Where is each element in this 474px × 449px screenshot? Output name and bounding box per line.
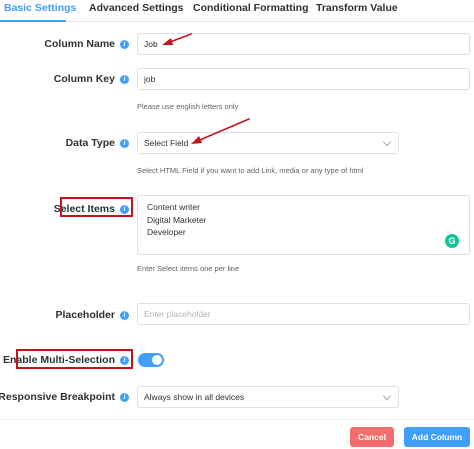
data-type-value: Select Field [144,138,189,148]
placeholder-input[interactable]: Enter placeholder [137,303,470,325]
toggle-knob [152,355,162,365]
responsive-breakpoint-label-text: Responsive Breakpoint [0,391,115,403]
column-key-value: job [144,74,156,84]
tab-basic-settings[interactable]: Basic Settings [4,2,76,14]
select-items-help: Enter Select items one per line [137,264,240,273]
active-tab-indicator [0,20,66,22]
tab-advanced-settings[interactable]: Advanced Settings [89,2,184,14]
chevron-down-icon [382,391,392,400]
info-icon[interactable]: i [120,39,129,49]
info-icon[interactable]: i [120,310,129,320]
select-items-textarea[interactable]: Content writer Digital Marketer Develope… [137,195,470,255]
column-key-input[interactable]: job [137,68,470,90]
responsive-breakpoint-select[interactable]: Always show in all devices [137,386,399,408]
grammarly-icon[interactable]: G [445,234,459,248]
data-type-help: Select HTML Field if you want to add Lin… [137,166,364,175]
tab-transform-value[interactable]: Transform Value [316,2,398,14]
cancel-button[interactable]: Cancel [350,427,394,447]
select-item-line: Developer [147,227,186,237]
chevron-down-icon [382,137,392,146]
column-name-value: Job [144,39,158,49]
placeholder-input-placeholder: Enter placeholder [144,309,211,319]
column-key-help: Please use english letters only [137,102,239,111]
select-items-highlight-box [60,197,133,217]
data-type-select[interactable]: Select Field [137,132,399,154]
settings-tabs: Basic Settings Advanced Settings Conditi… [0,0,474,22]
responsive-breakpoint-label: Responsive Breakpoint i [0,391,129,403]
data-type-label: Data Type i [66,137,129,149]
column-name-input[interactable]: Job [137,33,470,55]
add-column-button[interactable]: Add Column [404,427,470,447]
info-icon[interactable]: i [120,74,129,84]
tab-conditional-formatting[interactable]: Conditional Formatting [193,2,309,14]
multi-selection-toggle[interactable] [138,353,164,367]
data-type-label-text: Data Type [65,137,115,149]
column-name-label-text: Column Name [44,38,115,50]
column-key-label: Column Key i [54,73,129,85]
select-item-line: Content writer [147,202,200,212]
info-icon[interactable]: i [120,138,129,148]
column-name-label: Column Name i [44,38,129,50]
responsive-breakpoint-value: Always show in all devices [144,392,245,402]
column-key-label-text: Column Key [53,73,115,85]
placeholder-label: Placeholder i [55,309,129,321]
multi-selection-highlight-box [16,349,133,369]
select-item-line: Digital Marketer [147,214,207,225]
info-icon[interactable]: i [120,392,129,402]
placeholder-label-text: Placeholder [55,309,115,321]
footer-divider [0,419,474,420]
